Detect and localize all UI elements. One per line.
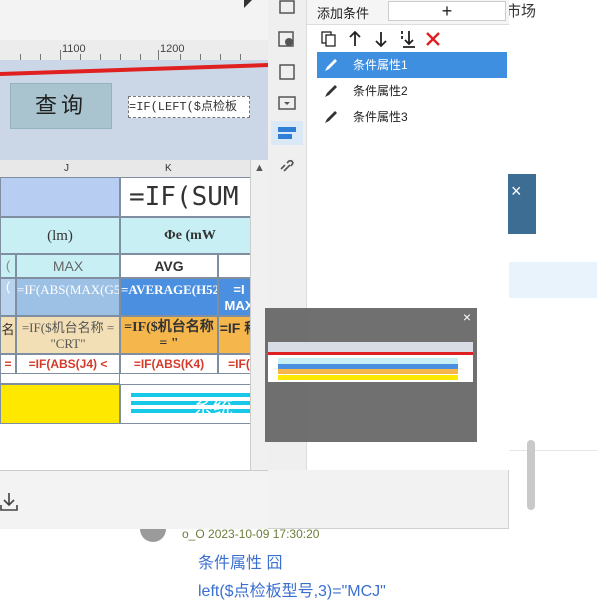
cell[interactable] — [0, 177, 120, 217]
cell-machine-name-k[interactable]: =IF($机台名称 = " — [120, 316, 218, 354]
divider — [508, 450, 597, 451]
cell-abs-k4[interactable]: =IF(ABS(K4) — [120, 354, 218, 374]
cell-average[interactable]: =AVERAGE(H52) — [120, 278, 218, 316]
cell-yellow[interactable] — [0, 384, 120, 424]
thumbnail-preview-popup[interactable]: × — [265, 308, 477, 442]
condition-item-2[interactable]: 条件属性2 — [317, 78, 507, 104]
scroll-up-icon[interactable]: ▲ — [254, 162, 265, 174]
preview-close-icon[interactable]: × — [463, 309, 471, 325]
move-bottom-icon[interactable] — [397, 29, 417, 49]
condition-attribute-tab[interactable] — [271, 121, 303, 145]
list-highlight-row — [508, 262, 597, 298]
cell-abs-j4[interactable]: =IF(ABS(J4) < — [16, 354, 120, 374]
edit-icon — [325, 59, 337, 71]
cell[interactable]: 名 — [0, 316, 16, 354]
dropdown-widget-icon[interactable] — [277, 93, 297, 113]
condition-label: 条件属性2 — [353, 84, 408, 98]
copy-icon[interactable] — [319, 29, 339, 49]
cell-lm[interactable]: (lm) — [0, 217, 120, 254]
add-condition-button[interactable]: + — [388, 1, 506, 21]
cell-max[interactable]: MAX — [16, 254, 120, 278]
close-icon[interactable]: × — [511, 181, 522, 202]
cell-big-formula[interactable]: =IF(SUM — [120, 177, 260, 217]
widget-settings-icon[interactable] — [277, 30, 297, 50]
cell-abs-max[interactable]: =IF(ABS(MAX(G52)) — [16, 278, 120, 316]
download-icon[interactable] — [0, 490, 20, 512]
arrow-up-icon[interactable] — [345, 29, 365, 49]
design-canvas[interactable]: 1100 1200 查询 =IF(LEFT($点检板 J K =IF(SUM (… — [0, 0, 268, 470]
message-text-line1: 条件属性 囧 — [198, 555, 283, 572]
layout-icon[interactable] — [277, 0, 297, 18]
cell-machine-name-j[interactable]: =IF($机台名称 = "CRT" — [16, 316, 120, 354]
query-button[interactable]: 查询 — [10, 83, 112, 129]
market-link[interactable]: 市场 — [506, 0, 536, 21]
arrow-down-icon[interactable] — [371, 29, 391, 49]
cell[interactable] — [0, 374, 120, 384]
cell-watermark[interactable]: 系统 — [120, 384, 260, 424]
condition-label: 条件属性3 — [353, 110, 408, 124]
watermark-text: 系统 — [193, 397, 233, 419]
page-scrollbar[interactable] — [527, 440, 535, 510]
edit-icon — [325, 85, 337, 97]
panel-title: 添加条件 — [317, 6, 370, 21]
condition-item-3[interactable]: 条件属性3 — [317, 104, 507, 130]
cell-avg[interactable]: AVG — [120, 254, 218, 278]
message-text-line2: left($点检板型号,3)="MCJ" — [198, 583, 386, 600]
delete-icon[interactable] — [423, 29, 443, 49]
formula-widget[interactable]: =IF(LEFT($点检板 — [128, 96, 250, 118]
report-grid[interactable]: =IF(SUM (lm) Φe (mW ( MAX AVG ( =IF(ABS(… — [0, 177, 260, 467]
column-label-j[interactable]: J — [64, 163, 69, 174]
edit-icon — [325, 111, 337, 123]
cell-phi-e[interactable]: Φe (mW — [120, 217, 260, 254]
column-header: J K — [0, 160, 268, 178]
preview-thumbnail — [268, 342, 473, 382]
hyperlink-icon[interactable] — [277, 157, 297, 177]
cell[interactable]: ( — [0, 278, 16, 316]
message-meta: o_O 2023-10-09 17:30:20 — [182, 527, 320, 541]
condition-panel-header: 添加条件 + — [307, 0, 509, 25]
report-editor-window: 1100 1200 查询 =IF(LEFT($点检板 J K =IF(SUM (… — [0, 0, 509, 529]
frame-icon[interactable] — [277, 62, 297, 82]
red-arrow-annotation — [0, 63, 268, 76]
condition-label: 条件属性1 — [353, 58, 408, 72]
condition-item-1[interactable]: 条件属性1 — [317, 52, 507, 78]
condition-list: 条件属性1 条件属性2 条件属性3 — [317, 52, 507, 130]
status-bar — [0, 470, 268, 529]
cell[interactable]: ( — [0, 254, 16, 278]
cell[interactable]: = — [0, 354, 16, 374]
condition-attribute-icon — [278, 127, 296, 139]
column-label-k[interactable]: K — [165, 163, 172, 174]
